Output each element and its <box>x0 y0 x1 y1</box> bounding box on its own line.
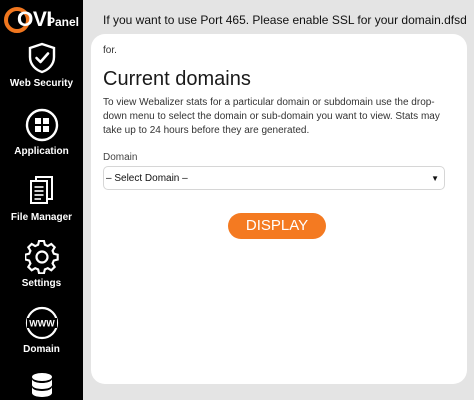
sidebar-item-label: Web Security <box>9 78 74 89</box>
sidebar-item-domain[interactable]: WWW Domain <box>0 306 83 355</box>
caret-down-icon: ▼ <box>431 174 439 183</box>
sidebar-item-file-manager[interactable]: File Manager <box>0 174 83 223</box>
sidebar-item-label: Application <box>14 146 69 157</box>
grid-icon <box>25 108 58 142</box>
shield-icon <box>28 42 55 74</box>
domain-select[interactable]: – Select Domain – ▼ <box>103 166 445 190</box>
svg-text:WWW: WWW <box>29 319 55 329</box>
sidebar-item-label: File Manager <box>10 212 73 223</box>
sidebar-item-label: Domain <box>23 344 60 355</box>
ovipanel-logo[interactable]: OVI Panel <box>4 6 80 36</box>
database-icon <box>31 373 52 397</box>
clipped-previous-text: .. <box>103 34 433 40</box>
sidebar-item-database[interactable] <box>0 372 83 400</box>
display-button[interactable]: DISPLAY <box>228 213 326 239</box>
files-icon <box>29 176 53 204</box>
domain-select-value: – Select Domain – <box>106 173 188 184</box>
gear-icon <box>24 240 59 274</box>
domain-label: Domain <box>103 152 138 163</box>
sidebar-item-web-security[interactable]: Web Security <box>0 42 83 89</box>
www-icon: WWW <box>25 306 58 340</box>
sidebar-item-settings[interactable]: Settings <box>0 240 83 289</box>
webalizer-description: To view Webalizer stats for a particular… <box>103 97 440 136</box>
sidebar: OVI Panel Web Security Application File … <box>0 0 83 400</box>
sidebar-item-label: Settings <box>21 278 62 289</box>
ssl-port-message: If you want to use Port 465. Please enab… <box>103 13 467 27</box>
page-title: Current domains <box>103 68 251 90</box>
sidebar-item-application[interactable]: Application <box>0 108 83 157</box>
content-card: .. for. Current domains To view Webalize… <box>91 34 467 384</box>
previous-paragraph-end: for. <box>103 45 117 56</box>
notification-bar: If you want to use Port 465. Please enab… <box>83 0 474 38</box>
logo-subtext: Panel <box>47 15 80 29</box>
